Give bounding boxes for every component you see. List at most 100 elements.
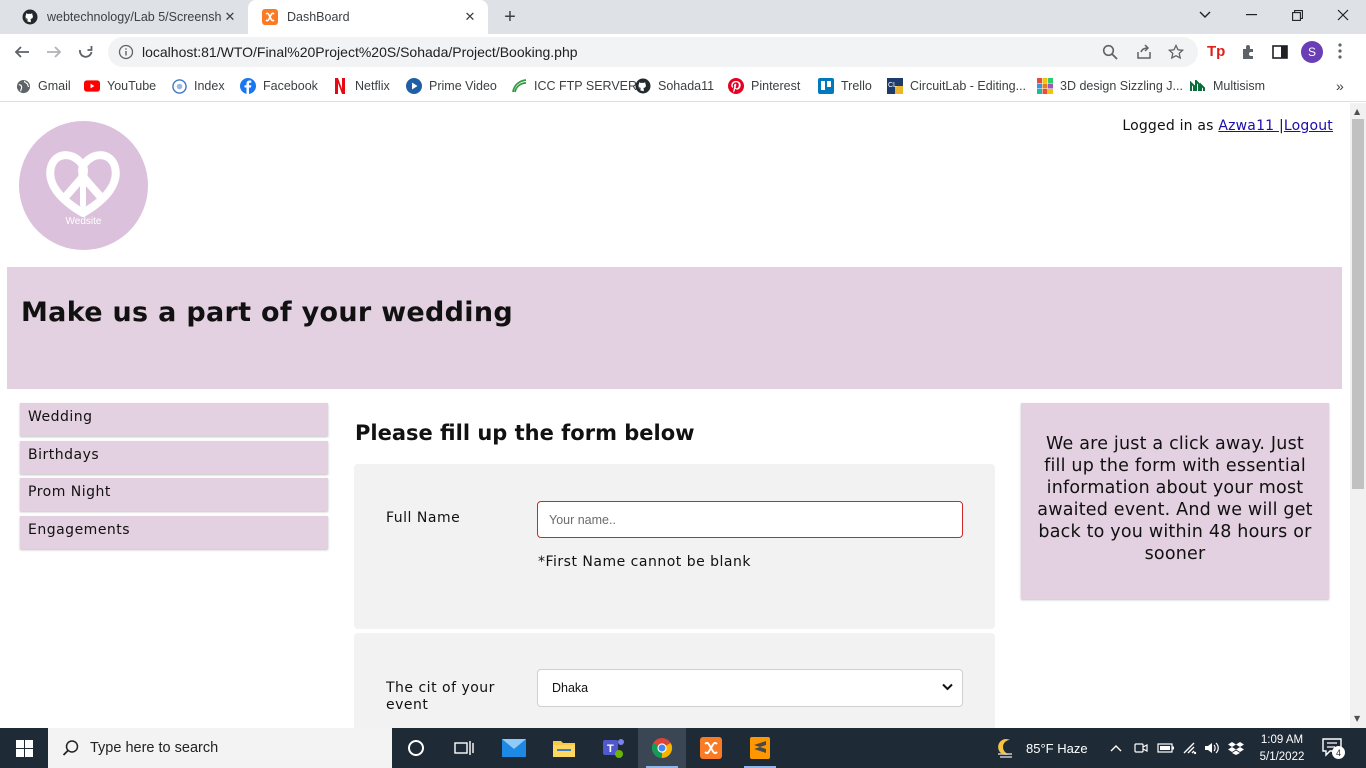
bookmark-sohada11[interactable]: Sohada11	[635, 76, 714, 96]
menu-item-engagements[interactable]: Engagements	[20, 515, 328, 549]
close-tab-icon[interactable]: ✕	[222, 9, 238, 25]
menu-kebab-icon[interactable]	[1338, 43, 1346, 61]
weather-text: 85°F Haze	[1026, 740, 1088, 756]
taskbar-xampp[interactable]	[687, 728, 735, 768]
bookmark-multisism[interactable]: Multisism	[1190, 76, 1265, 96]
show-hidden-icons-chevron-icon[interactable]	[1110, 728, 1122, 768]
wifi-icon[interactable]	[1182, 728, 1198, 768]
page-scrollbar[interactable]: ▲ ▼	[1350, 103, 1366, 728]
menu-item-wedding[interactable]: Wedding	[20, 403, 328, 436]
bookmark-netflix[interactable]: Netflix	[332, 76, 390, 96]
taskbar-chrome[interactable]	[638, 728, 686, 768]
tab-title: webtechnology/Lab 5/Screenshots	[47, 10, 222, 24]
bookmark-label: Gmail	[38, 79, 71, 93]
meet-now-icon[interactable]	[1134, 728, 1148, 768]
folder-icon	[553, 741, 575, 757]
xampp-icon	[262, 9, 278, 25]
battery-icon[interactable]	[1157, 728, 1175, 768]
profile-avatar[interactable]: S	[1301, 41, 1323, 63]
back-button[interactable]	[8, 38, 36, 66]
bookmark-circuitlab[interactable]: CL CircuitLab - Editing...	[887, 76, 1026, 96]
pinterest-icon	[728, 78, 744, 94]
hero-banner: Make us a part of your wedding	[7, 267, 1342, 389]
dropbox-icon[interactable]	[1228, 728, 1244, 768]
scroll-up-arrow-icon[interactable]: ▲	[1354, 107, 1360, 116]
bookmark-icc-ftp[interactable]: ICC FTP SERVER	[511, 76, 637, 96]
username-link[interactable]: Azwa11	[1218, 118, 1279, 134]
task-view-icon	[454, 741, 474, 755]
taskbar-sublime[interactable]	[736, 728, 784, 768]
svg-text:CL: CL	[888, 82, 897, 89]
menu-item-prom-night[interactable]: Prom Night	[20, 478, 328, 511]
bookmark-gmail[interactable]: Gmail	[15, 76, 71, 96]
bookmark-label: Multisism	[1213, 79, 1266, 93]
banner-title: Make us a part of your wedding	[21, 297, 514, 328]
bookmark-facebook[interactable]: Facebook	[240, 76, 318, 96]
prime-video-icon	[406, 78, 422, 94]
url-text: localhost:81/WTO/Final%20Project%20S/Soh…	[142, 44, 578, 60]
full-name-input[interactable]	[537, 501, 963, 538]
extensions-puzzle-icon[interactable]	[1240, 43, 1258, 61]
bookmark-star-icon[interactable]	[1168, 44, 1184, 60]
city-section: The cit of your event Dhaka	[354, 633, 995, 728]
search-placeholder: Type here to search	[90, 740, 219, 756]
more-bookmarks-chevron-icon[interactable]: »	[1336, 76, 1344, 96]
tab-search-icon[interactable]	[1182, 0, 1228, 30]
volume-icon[interactable]	[1204, 728, 1220, 768]
minimize-button[interactable]	[1228, 0, 1274, 30]
close-window-button[interactable]	[1320, 0, 1366, 30]
site-logo[interactable]: Wedsite	[19, 121, 148, 250]
taskbar-search[interactable]: Type here to search	[48, 728, 392, 768]
share-icon[interactable]	[1136, 44, 1152, 60]
browser-toolbar: localhost:81/WTO/Final%20Project%20S/Soh…	[0, 34, 1366, 70]
taskbar-teams[interactable]: T	[589, 728, 637, 768]
full-name-label: Full Name	[386, 510, 461, 526]
close-tab-icon[interactable]: ✕	[462, 9, 478, 25]
tp-extension-icon[interactable]: Tp	[1207, 43, 1227, 61]
city-select[interactable]: Dhaka	[537, 669, 963, 707]
menu-item-birthdays[interactable]: Birthdays	[20, 440, 328, 474]
multisim-icon	[1190, 78, 1206, 94]
trello-icon	[818, 78, 834, 94]
teams-icon: T	[603, 739, 624, 758]
system-clock[interactable]: 1:09 AM 5/1/2022	[1252, 732, 1312, 766]
bookmark-pinterest[interactable]: Pinterest	[728, 76, 800, 96]
svg-text:T: T	[607, 743, 614, 755]
taskbar-mail[interactable]	[490, 728, 538, 768]
address-bar[interactable]: localhost:81/WTO/Final%20Project%20S/Soh…	[108, 37, 1198, 67]
forward-button[interactable]	[40, 38, 68, 66]
taskbar-file-explorer[interactable]	[540, 728, 588, 768]
tinkercad-icon	[1037, 78, 1053, 94]
bookmark-youtube[interactable]: YouTube	[84, 76, 156, 96]
task-view-button[interactable]	[440, 728, 488, 768]
browser-tab-github[interactable]: webtechnology/Lab 5/Screenshots ✕	[8, 0, 248, 34]
bookmark-3d-design[interactable]: 3D design Sizzling J...	[1037, 76, 1183, 96]
logout-link[interactable]: Logout	[1284, 118, 1333, 134]
city-label: The cit of your event	[386, 680, 495, 713]
scroll-down-arrow-icon[interactable]: ▼	[1354, 714, 1360, 723]
new-tab-button[interactable]: +	[498, 5, 522, 29]
reload-button[interactable]	[72, 38, 100, 66]
bookmark-trello[interactable]: Trello	[818, 76, 872, 96]
notification-count-badge: 4	[1332, 746, 1345, 759]
site-info-icon[interactable]	[118, 44, 134, 60]
bookmark-prime-video[interactable]: Prime Video	[406, 76, 497, 96]
bookmark-index[interactable]: Index	[171, 76, 225, 96]
back-arrow-icon	[14, 46, 29, 58]
cortana-button[interactable]	[392, 728, 440, 768]
start-button[interactable]	[0, 728, 48, 768]
notification-center-button[interactable]: 4	[1322, 738, 1345, 759]
forward-arrow-icon	[47, 46, 62, 58]
restore-button[interactable]	[1274, 0, 1320, 30]
info-text: We are just a click away. Just fill up t…	[1037, 434, 1313, 564]
reload-icon	[79, 46, 93, 58]
zoom-icon[interactable]	[1102, 44, 1118, 60]
xampp-icon	[700, 737, 722, 759]
moon-haze-icon	[998, 739, 1012, 758]
browser-tab-dashboard[interactable]: DashBoard ✕	[248, 0, 488, 34]
weather-widget[interactable]: 85°F Haze	[996, 728, 1088, 768]
youtube-icon	[84, 78, 100, 94]
scrollbar-thumb[interactable]	[1352, 119, 1364, 489]
side-panel-icon[interactable]	[1271, 43, 1289, 61]
windows-taskbar: Type here to search T 85°F Haze 1:09 AM …	[0, 728, 1366, 768]
